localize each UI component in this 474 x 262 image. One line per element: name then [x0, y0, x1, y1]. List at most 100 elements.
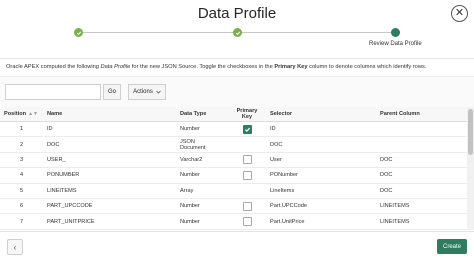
dialog-title: Data Profile [197, 5, 277, 22]
previous-button[interactable]: ‹ [7, 239, 23, 255]
check-icon [235, 30, 240, 35]
cell-name: PONUMBER [43, 167, 176, 184]
wizard-step-3-label: Review Data Profile [369, 41, 422, 47]
cell-selector: PONumber [266, 167, 376, 184]
wizard-step-1 [74, 28, 83, 37]
actions-label: Actions [133, 89, 153, 95]
report-toolbar: Go Actions [0, 76, 474, 108]
cell-primary-key [228, 136, 266, 153]
cell-selector: ID [266, 121, 376, 138]
header-divider [0, 58, 474, 59]
cell-primary-key [228, 198, 266, 215]
cell-primary-key [228, 121, 266, 138]
table-row: 2 DOC JSON Document DOC [0, 136, 467, 153]
column-header-data-type[interactable]: Data Type [176, 107, 228, 122]
cell-data-type: JSON Document [176, 136, 228, 153]
column-header-parent-column[interactable]: Parent Column [376, 107, 467, 122]
cell-primary-key [228, 167, 266, 184]
table-row: 1 ID Number ID [0, 121, 467, 138]
cell-name: PART_UNITPRICE [43, 213, 176, 230]
help-text-emphasis: Data Profile [100, 64, 131, 70]
wizard-progress: Review Data Profile [0, 26, 474, 52]
data-type-text: Number [180, 203, 200, 210]
cell-name: USER_ [43, 152, 176, 169]
dialog-footer: ‹ Create [0, 231, 474, 262]
table-row: 4 PONUMBER Number PONumber DOC [0, 167, 467, 184]
help-text-part: for the new JSON Source. Toggle the chec… [130, 64, 275, 70]
data-type-text: Number [180, 218, 200, 225]
table-row: 5 LINEITEMS Array LineItems DOC [0, 183, 467, 199]
cell-primary-key [228, 183, 266, 199]
cell-position: 2 [0, 136, 43, 153]
data-type-text: Varchar2 [180, 156, 203, 163]
data-profile-grid: Position ▲▼ Name Data Type Primary Key Se… [0, 107, 467, 230]
column-header-primary-key[interactable]: Primary Key [228, 107, 266, 122]
help-text-bold: Primary Key [274, 64, 308, 70]
actions-menu-button[interactable]: Actions [128, 84, 166, 100]
scrollbar-thumb[interactable] [468, 109, 473, 155]
column-header-name[interactable]: Name [43, 107, 176, 122]
cell-data-type: Number [176, 213, 228, 230]
help-text-part: Oracle APEX computed the following [6, 64, 101, 70]
cell-data-type: Number [176, 167, 228, 184]
cell-position: 3 [0, 152, 43, 169]
cell-name: ID [43, 121, 176, 138]
cell-parent-column: DOC [376, 167, 467, 184]
cell-parent-column: DOC [376, 183, 467, 199]
create-button[interactable]: Create [437, 239, 467, 254]
data-type-text: Array [180, 187, 194, 194]
cell-selector: Part.UPCCode [266, 198, 376, 215]
cell-selector: DOC [266, 136, 376, 153]
cell-primary-key [228, 152, 266, 169]
cell-position: 6 [0, 198, 43, 215]
table-row: 7 PART_UNITPRICE Number Part.UnitPrice LINEI… [0, 213, 467, 230]
cell-position: 5 [0, 183, 43, 199]
close-button[interactable]: ✕ [451, 5, 468, 22]
close-icon: ✕ [454, 7, 465, 19]
grid-scrollbar[interactable] [467, 107, 474, 230]
primary-key-checkbox[interactable] [242, 124, 252, 134]
help-text-part: column to denote columns which identify … [307, 64, 427, 70]
data-type-text: Number [180, 172, 200, 179]
cell-data-type: Varchar2 [176, 152, 228, 169]
data-type-text: Number [180, 126, 200, 133]
check-icon [244, 127, 250, 132]
column-header-label: Position [4, 111, 27, 117]
wizard-step-2 [233, 28, 242, 37]
cell-data-type: Array [176, 183, 228, 199]
cell-primary-key [228, 213, 266, 230]
help-text: Oracle APEX computed the following Data … [6, 64, 468, 70]
cell-data-type: Number [176, 121, 228, 138]
cell-data-type: Number [176, 198, 228, 215]
primary-key-checkbox[interactable] [242, 217, 252, 227]
search-input[interactable] [5, 84, 101, 100]
cell-selector: Part.UnitPrice [266, 213, 376, 230]
data-type-text: Document [180, 144, 206, 151]
cell-parent-column: DOC [376, 152, 467, 169]
cell-position: 7 [0, 213, 43, 230]
cell-parent-column [376, 121, 467, 138]
column-header-selector[interactable]: Selector [266, 107, 376, 122]
cell-selector: User [266, 152, 376, 169]
chevron-left-icon: ‹ [13, 242, 17, 252]
cell-parent-column: LINEITEMS [376, 213, 467, 230]
primary-key-checkbox[interactable] [242, 201, 252, 211]
table-row: 6 PART_UPCCODE Number Part.UPCCode LINEITEMS [0, 198, 467, 215]
cell-parent-column: LINEITEMS [376, 198, 467, 215]
column-header-label: Key [241, 114, 253, 120]
check-icon [76, 30, 81, 35]
primary-key-checkbox[interactable] [242, 155, 252, 165]
cell-name: LINEITEMS [43, 183, 176, 199]
cell-selector: LineItems [266, 183, 376, 199]
table-row: 3 USER_ Varchar2 User DOC [0, 152, 467, 169]
column-header-position[interactable]: Position ▲▼ [0, 107, 43, 122]
header-row: Position ▲▼ Name Data Type Primary Key Se… [0, 107, 467, 122]
go-button[interactable]: Go [103, 84, 121, 100]
cell-name: DOC [43, 136, 176, 153]
cell-parent-column [376, 136, 467, 153]
wizard-step-3 [391, 28, 400, 37]
cell-position: 1 [0, 121, 43, 138]
primary-key-checkbox[interactable] [242, 170, 252, 180]
cell-position: 4 [0, 167, 43, 184]
chevron-down-icon [156, 90, 161, 94]
